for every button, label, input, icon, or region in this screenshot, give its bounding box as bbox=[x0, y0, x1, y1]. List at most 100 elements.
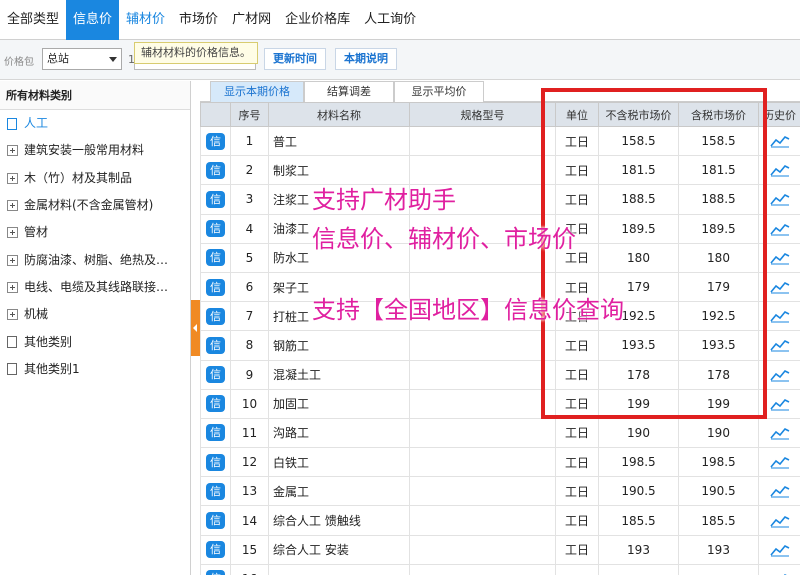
tab-auxiliary-price[interactable]: 辅材价 bbox=[119, 0, 172, 40]
cell-spec bbox=[409, 534, 556, 565]
cell-spec bbox=[409, 301, 556, 332]
cell-spec bbox=[409, 330, 556, 361]
trend-chart-icon[interactable] bbox=[769, 426, 790, 440]
tree-item-metal[interactable]: 金属材料(不含金属管材) bbox=[0, 192, 190, 219]
trend-chart-icon[interactable] bbox=[769, 192, 790, 206]
trend-chart-icon[interactable] bbox=[769, 397, 790, 411]
expand-plus-icon[interactable] bbox=[7, 309, 18, 321]
expand-plus-icon[interactable] bbox=[7, 145, 18, 157]
trend-chart-icon[interactable] bbox=[769, 163, 790, 177]
table-row[interactable]: 信 9 混凝土工 工日 178 178 bbox=[200, 359, 800, 390]
tree-item-labor[interactable]: 人工 bbox=[0, 110, 190, 137]
cell-history[interactable] bbox=[758, 155, 800, 186]
cell-history[interactable] bbox=[758, 271, 800, 303]
cell-history[interactable] bbox=[758, 447, 800, 478]
table-row[interactable]: 信 2 制浆工 工日 181.5 181.5 bbox=[200, 155, 800, 186]
cell-history[interactable] bbox=[758, 534, 800, 565]
cell-price-ex-tax: 193.5 bbox=[598, 330, 679, 361]
header-material-name[interactable]: 材料名称 bbox=[268, 102, 410, 127]
table-row[interactable]: 信 3 注浆工 工日 188.5 188.5 bbox=[200, 184, 800, 215]
update-time-button[interactable]: 更新时间 bbox=[264, 48, 326, 70]
trend-chart-icon[interactable] bbox=[769, 455, 790, 469]
trend-chart-icon[interactable] bbox=[769, 514, 790, 528]
trend-chart-icon[interactable] bbox=[769, 368, 790, 382]
tab-all-types[interactable]: 全部类型 bbox=[0, 0, 66, 40]
cell-history[interactable] bbox=[758, 301, 800, 332]
badge-cell: 信 bbox=[200, 242, 231, 273]
tab-info-price[interactable]: 信息价 bbox=[66, 0, 120, 40]
table-row[interactable]: 信 11 沟路工 工日 190 190 bbox=[200, 417, 800, 449]
cell-history[interactable] bbox=[758, 184, 800, 215]
header-price-ex-tax[interactable]: 不含税市场价 bbox=[598, 102, 679, 127]
expand-plus-icon[interactable] bbox=[7, 254, 18, 266]
table-row[interactable]: 信 13 金属工 工日 190.5 190.5 bbox=[200, 476, 800, 507]
cell-history[interactable] bbox=[758, 330, 800, 361]
table-row[interactable]: 信 4 油漆工 工日 189.5 189.5 bbox=[200, 213, 800, 244]
cell-history[interactable] bbox=[758, 242, 800, 273]
table-row[interactable]: 信 12 白铁工 工日 198.5 198.5 bbox=[200, 447, 800, 478]
cell-history[interactable] bbox=[758, 563, 800, 575]
current-notes-button[interactable]: 本期说明 bbox=[335, 48, 397, 70]
cell-history[interactable] bbox=[758, 388, 800, 419]
tree-item-other[interactable]: 其他类别 bbox=[0, 328, 190, 355]
header-price-inc-tax[interactable]: 含税市场价 bbox=[678, 102, 759, 127]
cell-price-ex-tax: 190.5 bbox=[598, 476, 679, 507]
tree-item-machinery[interactable]: 机械 bbox=[0, 301, 190, 328]
package-select[interactable]: 总站 bbox=[42, 48, 122, 70]
cell-history[interactable] bbox=[758, 359, 800, 390]
tree-item-label: 管材 bbox=[24, 225, 49, 240]
header-spec[interactable]: 规格型号 bbox=[409, 102, 556, 127]
cell-spec bbox=[409, 125, 556, 157]
expand-plus-icon[interactable] bbox=[7, 227, 18, 239]
trend-chart-icon[interactable] bbox=[769, 309, 790, 323]
table-row[interactable]: 信 5 防水工 工日 180 180 bbox=[200, 242, 800, 273]
cell-material-name: 架子工 bbox=[268, 271, 410, 303]
tab-market-price[interactable]: 市场价 bbox=[172, 0, 225, 40]
trend-chart-icon[interactable] bbox=[769, 280, 790, 294]
tab-enterprise-price-lib[interactable]: 企业价格库 bbox=[278, 0, 357, 40]
header-unit[interactable]: 单位 bbox=[555, 102, 599, 127]
cell-history[interactable] bbox=[758, 417, 800, 449]
tree-item-other-1[interactable]: 其他类别1 bbox=[0, 356, 190, 383]
table-row[interactable]: 信 15 综合人工 安装 工日 193 193 bbox=[200, 534, 800, 565]
cell-price-ex-tax: 190 bbox=[598, 417, 679, 449]
trend-chart-icon[interactable] bbox=[769, 134, 790, 148]
header-index[interactable]: 序号 bbox=[230, 102, 269, 127]
trend-chart-icon[interactable] bbox=[769, 338, 790, 352]
trend-chart-icon[interactable] bbox=[769, 222, 790, 236]
expand-plus-icon[interactable] bbox=[7, 281, 18, 293]
table-row[interactable]: 信 14 综合人工 馈触线 工日 185.5 185.5 bbox=[200, 505, 800, 536]
tree-item-pipes[interactable]: 管材 bbox=[0, 219, 190, 246]
cell-index: 7 bbox=[230, 301, 269, 332]
table-row[interactable]: 信 6 架子工 工日 179 179 bbox=[200, 271, 800, 303]
table-row[interactable]: 信 8 钢筋工 工日 193.5 193.5 bbox=[200, 330, 800, 361]
cell-history[interactable] bbox=[758, 505, 800, 536]
trend-chart-icon[interactable] bbox=[769, 251, 790, 265]
cell-index: 12 bbox=[230, 447, 269, 478]
table-row[interactable]: 信 1 普工 工日 158.5 158.5 bbox=[200, 125, 800, 157]
tree-item-general-materials[interactable]: 建筑安装一般常用材料 bbox=[0, 137, 190, 164]
table-header-row: 序号 材料名称 规格型号 单位 不含税市场价 含税市场价 历史价 bbox=[200, 102, 800, 127]
header-history[interactable]: 历史价 bbox=[758, 102, 800, 127]
tree-item-wood[interactable]: 木（竹）材及其制品 bbox=[0, 165, 190, 192]
tab-show-average-price[interactable]: 显示平均价 bbox=[394, 81, 484, 102]
trend-chart-icon[interactable] bbox=[769, 484, 790, 498]
expand-plus-icon[interactable] bbox=[7, 200, 18, 212]
cell-material-name: 油漆工 bbox=[268, 213, 410, 244]
table-row[interactable]: 信 10 加固工 工日 199 199 bbox=[200, 388, 800, 419]
tree-item-coatings[interactable]: 防腐油漆、树脂、绝热及… bbox=[0, 246, 190, 273]
tab-labor-inquiry[interactable]: 人工询价 bbox=[357, 0, 423, 40]
badge-cell: 信 bbox=[200, 534, 231, 565]
sidebar-collapse-handle[interactable] bbox=[191, 300, 200, 356]
tab-show-current-price[interactable]: 显示本期价格 bbox=[210, 81, 304, 102]
expand-plus-icon[interactable] bbox=[7, 172, 18, 184]
cell-history[interactable] bbox=[758, 125, 800, 157]
tab-guangcai-net[interactable]: 广材网 bbox=[225, 0, 278, 40]
table-row[interactable]: 信 7 打桩工 工日 192.5 192.5 bbox=[200, 301, 800, 332]
cell-history[interactable] bbox=[758, 213, 800, 244]
tree-item-cables[interactable]: 电线、电缆及其线路联接… bbox=[0, 274, 190, 301]
table-row[interactable]: 信 16 bbox=[200, 563, 800, 575]
tab-settlement-adjust[interactable]: 结算调差 bbox=[304, 81, 394, 102]
cell-history[interactable] bbox=[758, 476, 800, 507]
trend-chart-icon[interactable] bbox=[769, 543, 790, 557]
